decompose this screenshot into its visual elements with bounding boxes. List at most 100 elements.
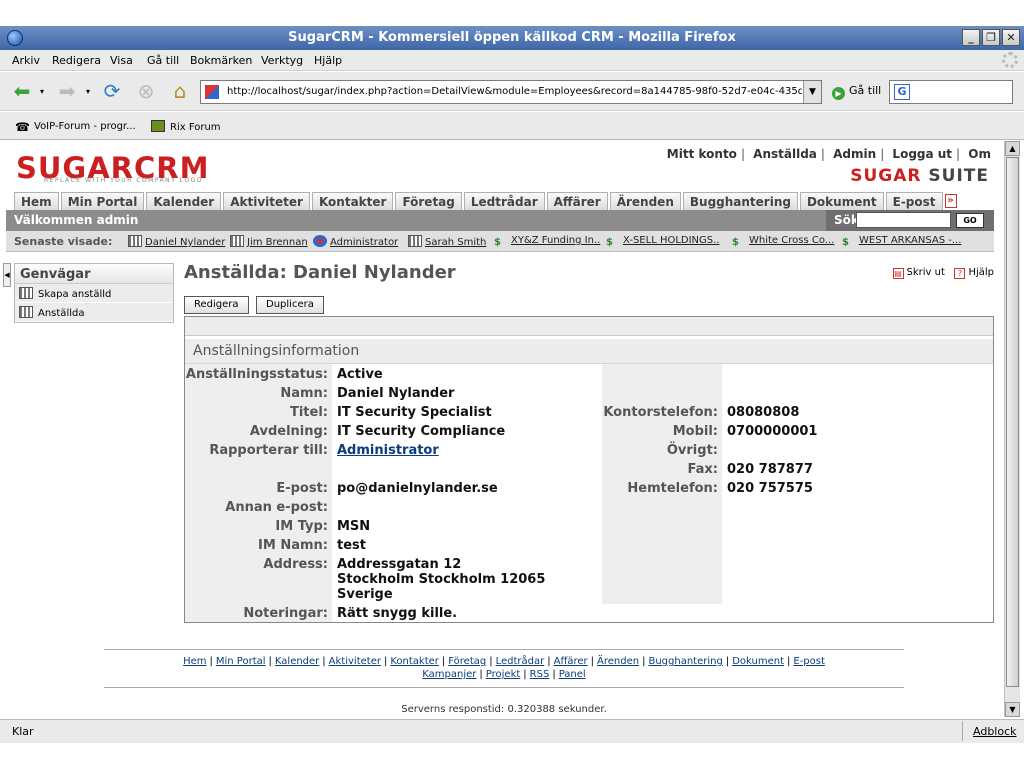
field-label: Mobil: bbox=[672, 424, 718, 439]
recent-item[interactable]: $ XY&Z Funding In.. bbox=[494, 235, 600, 249]
page-content: SUGARCRM REPLACE WITH YOUR COMPANY LOGO … bbox=[0, 141, 1004, 717]
recent-item[interactable]: $ WEST ARKANSAS -... bbox=[842, 235, 961, 249]
navigation-toolbar: ⬅ ▾ ➡ ▾ ⟳ ⊗ ⌂ http://localhost/sugar/ind… bbox=[0, 72, 1024, 111]
minimize-icon[interactable]: _ bbox=[962, 29, 980, 46]
tab-foretag[interactable]: Företag bbox=[395, 192, 462, 210]
om-link[interactable]: Om bbox=[968, 147, 991, 161]
collapse-sidebar-icon[interactable]: ◀ bbox=[3, 263, 11, 287]
logga-ut-link[interactable]: Logga ut bbox=[892, 147, 952, 161]
top-links: Mitt konto | Anställda | Admin | Logga ut | … bbox=[666, 147, 991, 161]
field-value: Active bbox=[337, 367, 383, 382]
footer-link[interactable]: Företag bbox=[448, 656, 486, 667]
footer-link[interactable]: Bugghantering bbox=[648, 656, 722, 667]
footer-link[interactable]: RSS bbox=[530, 669, 550, 680]
recent-item[interactable]: $ X-SELL HOLDINGS.. bbox=[606, 235, 720, 249]
anstallda-top-link[interactable]: Anställda bbox=[753, 147, 817, 161]
forward-dropdown-icon[interactable]: ▾ bbox=[82, 80, 94, 102]
opportunity-icon: $ bbox=[842, 237, 849, 248]
tab-ledtradar[interactable]: Ledtrådar bbox=[463, 192, 545, 210]
recent-item[interactable]: Daniel Nylander bbox=[128, 235, 225, 248]
back-icon[interactable]: ⬅ bbox=[10, 79, 34, 103]
field-value: Stockholm Stockholm 12065 bbox=[337, 572, 546, 587]
tab-dokument[interactable]: Dokument bbox=[799, 192, 884, 210]
admin-link[interactable]: Admin bbox=[833, 147, 876, 161]
field-value: 0700000001 bbox=[727, 424, 818, 439]
tab-arenden[interactable]: Ärenden bbox=[609, 192, 681, 210]
help-link[interactable]: ? Hjälp bbox=[954, 267, 994, 279]
recent-item[interactable]: Administrator bbox=[313, 235, 398, 248]
print-help-links: ▤ Skriv ut ? Hjälp bbox=[892, 267, 994, 279]
vertical-scrollbar[interactable]: ▲ ▼ bbox=[1004, 141, 1020, 717]
shortcut-employees[interactable]: Anställda bbox=[15, 303, 173, 322]
window-title: SugarCRM - Kommersiell öppen källkod CRM… bbox=[288, 30, 736, 45]
forward-icon[interactable]: ➡ bbox=[55, 79, 79, 103]
footer-link[interactable]: Hem bbox=[183, 656, 206, 667]
edit-button[interactable]: Redigera bbox=[184, 296, 249, 314]
tab-min-portal[interactable]: Min Portal bbox=[60, 192, 145, 210]
maximize-icon[interactable]: ❐ bbox=[982, 29, 1000, 46]
scroll-thumb[interactable] bbox=[1006, 157, 1019, 687]
menu-bokmarken[interactable]: Bokmärken bbox=[190, 54, 252, 67]
back-dropdown-icon[interactable]: ▾ bbox=[36, 80, 48, 102]
tab-e-post[interactable]: E-post bbox=[885, 192, 943, 210]
stop-icon[interactable]: ⊗ bbox=[134, 79, 158, 103]
scroll-down-icon[interactable]: ▼ bbox=[1005, 702, 1020, 717]
recent-item[interactable]: Sarah Smith bbox=[408, 235, 486, 248]
reload-icon[interactable]: ⟳ bbox=[100, 79, 124, 103]
employee-icon bbox=[230, 235, 244, 247]
footer-link[interactable]: Affärer bbox=[554, 656, 588, 667]
menu-hjalp[interactable]: Hjälp bbox=[314, 54, 342, 67]
logo-tagline: REPLACE WITH YOUR COMPANY LOGO bbox=[44, 177, 203, 184]
menu-verktyg[interactable]: Verktyg bbox=[261, 54, 303, 67]
footer-link[interactable]: Ärenden bbox=[597, 656, 639, 667]
tab-affarer[interactable]: Affärer bbox=[546, 192, 608, 210]
footer-link[interactable]: Panel bbox=[559, 669, 586, 680]
url-bar[interactable]: http://localhost/sugar/index.php?action=… bbox=[200, 80, 822, 104]
tab-hem[interactable]: Hem bbox=[14, 192, 59, 210]
search-go-button[interactable]: GO bbox=[956, 213, 984, 228]
employee-icon bbox=[128, 235, 142, 247]
print-icon: ▤ bbox=[892, 268, 904, 279]
shortcut-create-employee[interactable]: Skapa anställd bbox=[15, 284, 173, 303]
field-value: test bbox=[337, 538, 366, 553]
bookmark-voip-forum[interactable]: ☎ VoIP-Forum - progr... bbox=[15, 120, 136, 134]
tab-kalender[interactable]: Kalender bbox=[146, 192, 222, 210]
url-text[interactable]: http://localhost/sugar/index.php?action=… bbox=[227, 86, 802, 97]
footer-link[interactable]: Kontakter bbox=[390, 656, 439, 667]
recent-item[interactable]: Jim Brennan bbox=[230, 235, 308, 248]
footer-link[interactable]: Dokument bbox=[732, 656, 784, 667]
footer-link[interactable]: Kampanjer bbox=[422, 669, 476, 680]
url-dropdown-icon[interactable]: ▼ bbox=[803, 81, 821, 103]
adblock-button[interactable]: Adblock bbox=[962, 721, 1020, 741]
menu-ga-till[interactable]: Gå till bbox=[147, 54, 179, 67]
home-icon[interactable]: ⌂ bbox=[168, 79, 192, 103]
footer-link[interactable]: Kalender bbox=[275, 656, 319, 667]
scroll-up-icon[interactable]: ▲ bbox=[1005, 141, 1020, 156]
search-engine-icon[interactable]: G bbox=[894, 84, 910, 100]
footer-link[interactable]: Ledtrådar bbox=[496, 656, 545, 667]
bookmark-rix-forum[interactable]: Rix Forum bbox=[151, 120, 221, 133]
tab-kontakter[interactable]: Kontakter bbox=[311, 192, 394, 210]
reports-to-link[interactable]: Administrator bbox=[337, 443, 439, 458]
mitt-konto-link[interactable]: Mitt konto bbox=[667, 147, 737, 161]
field-label: Namn: bbox=[280, 386, 328, 401]
menu-arkiv[interactable]: Arkiv bbox=[12, 54, 40, 67]
recent-item[interactable]: $ White Cross Co... bbox=[732, 235, 834, 249]
tab-bugghantering[interactable]: Bugghantering bbox=[682, 192, 798, 210]
go-button[interactable]: ▶ Gå till bbox=[832, 84, 881, 100]
print-link[interactable]: ▤ Skriv ut bbox=[892, 267, 945, 279]
tab-aktiviteter[interactable]: Aktiviteter bbox=[223, 192, 310, 210]
footer-link[interactable]: Aktiviteter bbox=[329, 656, 381, 667]
duplicate-button[interactable]: Duplicera bbox=[256, 296, 324, 314]
footer-link[interactable]: E-post bbox=[793, 656, 825, 667]
section-header: Anställningsinformation bbox=[185, 339, 993, 364]
menu-visa[interactable]: Visa bbox=[110, 54, 133, 67]
more-tabs-icon[interactable]: » bbox=[944, 194, 957, 208]
menu-redigera[interactable]: Redigera bbox=[52, 54, 101, 67]
footer-link[interactable]: Min Portal bbox=[216, 656, 266, 667]
search-input[interactable] bbox=[856, 212, 951, 228]
opportunity-icon: $ bbox=[732, 237, 739, 248]
close-icon[interactable]: ✕ bbox=[1002, 29, 1020, 46]
footer-link[interactable]: Projekt bbox=[486, 669, 521, 680]
web-search-input[interactable]: G bbox=[889, 80, 1013, 104]
